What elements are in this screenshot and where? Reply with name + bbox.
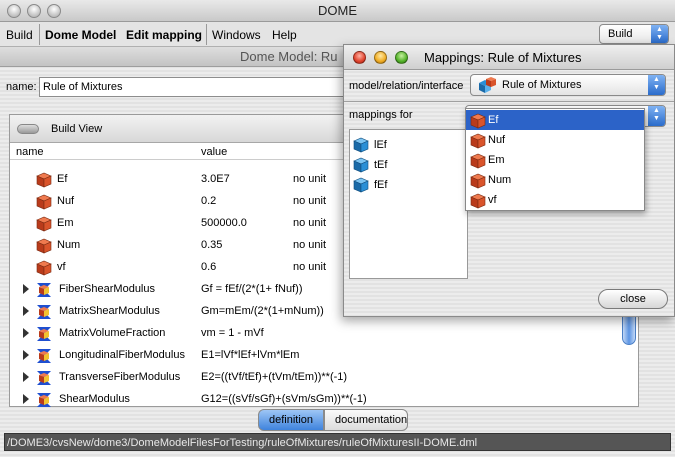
dialog-title: Mappings: Rule of Mixtures	[424, 50, 582, 65]
row-value: 0.6	[201, 261, 217, 273]
dropdown-option-label: Em	[488, 154, 505, 166]
blue-cube-icon	[352, 156, 370, 177]
relation-icon	[33, 391, 55, 412]
dialog-close-button[interactable]	[353, 51, 366, 64]
close-button[interactable]: close	[598, 289, 668, 309]
expand-triangle-icon[interactable]	[23, 372, 29, 382]
row-value: G12=((sVf/sGf)+(sVm/sGm))**(-1)	[201, 393, 367, 405]
parameter-name: Em	[57, 217, 74, 229]
menu-help[interactable]: Help	[272, 28, 297, 42]
window-titlebar: DOME	[0, 0, 675, 22]
row-value: 0.2	[201, 195, 217, 207]
dropdown-option-label: vf	[488, 194, 497, 206]
window-close-button[interactable]	[7, 4, 21, 18]
chevron-updown-icon: ▲ ▼	[651, 25, 668, 43]
relation-name: FiberShearModulus	[59, 283, 155, 295]
relation-name: LongitudinalFiberModulus	[59, 349, 185, 361]
parameter-name: Ef	[57, 173, 68, 185]
dialog-titlebar: Mappings: Rule of Mixtures	[344, 45, 674, 70]
window-zoom-button[interactable]	[47, 4, 61, 18]
window-title: DOME	[318, 3, 357, 18]
relation-label: model/relation/interface	[349, 80, 464, 92]
tab-documentation[interactable]: documentation	[324, 409, 408, 431]
row-value: 0.35	[201, 239, 223, 251]
row-value: E1=lVf*lEf+lVm*lEm	[201, 349, 300, 361]
name-label: name:	[6, 81, 37, 93]
expand-triangle-icon[interactable]	[23, 284, 29, 294]
dropdown-option-label: Num	[488, 174, 512, 186]
relation-row[interactable]: MatrixVolumeFraction vm = 1 - mVf	[10, 321, 630, 343]
relation-name: MatrixShearModulus	[59, 305, 160, 317]
menu-edit-mapping[interactable]: Edit mapping	[126, 28, 202, 42]
row-value: vm = 1 - mVf	[201, 327, 264, 339]
relation-name: ShearModulus	[59, 393, 130, 405]
row-value: 3.0E7	[201, 173, 230, 185]
dropdown-option[interactable]: vf	[466, 190, 644, 210]
parameter-name: vf	[57, 261, 66, 273]
expand-triangle-icon[interactable]	[23, 394, 29, 404]
mappings-for-label: mappings for	[349, 109, 413, 121]
expand-triangle-icon[interactable]	[23, 350, 29, 360]
window-minimize-button[interactable]	[27, 4, 41, 18]
expand-triangle-icon[interactable]	[23, 306, 29, 316]
mapped-item-label: lEf	[374, 139, 387, 151]
parameter-name: Num	[57, 239, 81, 251]
menu-separator	[206, 24, 207, 45]
menu-dome-model[interactable]: Dome Model	[45, 28, 116, 42]
relation-name: MatrixVolumeFraction	[59, 327, 166, 339]
mappings-for-dropdown: Ef Nuf Em Num vf	[465, 108, 645, 211]
blue-cube-icon	[352, 136, 370, 157]
dropdown-option[interactable]: Ef	[466, 110, 644, 130]
model-window-title: Dome Model: Ru	[240, 49, 338, 64]
column-header-name[interactable]: name	[16, 146, 44, 158]
mapped-item-label: tEf	[374, 159, 388, 171]
row-value: Gm=mEm/(2*(1+mNum))	[201, 305, 324, 317]
row-value: Gf = fEf/(2*(1+ fNuf))	[201, 283, 303, 295]
mapped-parameters-list: lEf tEf fEf	[349, 129, 468, 279]
menu-separator	[39, 24, 40, 45]
mapped-item-label: fEf	[374, 179, 388, 191]
relation-name: TransverseFiberModulus	[59, 371, 181, 383]
dropdown-option[interactable]: Nuf	[466, 130, 644, 150]
row-unit: no unit	[293, 239, 327, 251]
chevron-updown-icon: ▲ ▼	[648, 106, 665, 126]
relation-value: Rule of Mixtures	[502, 79, 582, 91]
relation-row[interactable]: ShearModulus G12=((sVf/sGf)+(sVm/sGm))**(…	[10, 387, 630, 409]
tab-definition[interactable]: definition	[258, 409, 324, 431]
tab-bar: definition documentation	[258, 409, 408, 431]
dropdown-option[interactable]: Num	[466, 170, 644, 190]
menu-windows[interactable]: Windows	[212, 28, 261, 42]
row-unit: no unit	[293, 195, 327, 207]
view-toggle-icon[interactable]	[17, 124, 39, 134]
build-mode-value: Build	[608, 28, 633, 40]
status-path: /DOME3/cvsNew/dome3/DomeModelFilesForTes…	[4, 433, 671, 451]
dropdown-option-label: Ef	[488, 114, 499, 126]
menu-build[interactable]: Build	[6, 28, 33, 42]
dropdown-option[interactable]: Em	[466, 150, 644, 170]
relation-row[interactable]: TransverseFiberModulus E2=((tVf/tEf)+(tVm…	[10, 365, 630, 387]
row-unit: no unit	[293, 173, 327, 185]
relation-select[interactable]: Rule of Mixtures ▲ ▼	[470, 74, 666, 96]
chevron-updown-icon: ▲ ▼	[648, 75, 665, 95]
dialog-minimize-button[interactable]	[374, 51, 387, 64]
row-unit: no unit	[293, 217, 327, 229]
parameter-name: Nuf	[57, 195, 75, 207]
expand-triangle-icon[interactable]	[23, 328, 29, 338]
dialog-divider	[344, 101, 674, 102]
relation-cubes-icon	[479, 77, 496, 93]
row-value: 500000.0	[201, 217, 247, 229]
build-mode-select[interactable]: Build ▲ ▼	[599, 24, 669, 44]
relation-row[interactable]: LongitudinalFiberModulus E1=lVf*lEf+lVm*l…	[10, 343, 630, 365]
column-header-value[interactable]: value	[201, 146, 227, 158]
view-label: Build View	[51, 123, 103, 135]
dialog-zoom-button[interactable]	[395, 51, 408, 64]
blue-cube-icon	[352, 176, 370, 197]
row-unit: no unit	[293, 261, 327, 273]
dropdown-option-label: Nuf	[488, 134, 506, 146]
name-field[interactable]: Rule of Mixtures	[39, 77, 349, 97]
row-value: E2=((tVf/tEf)+(tVm/tEm))**(-1)	[201, 371, 348, 383]
